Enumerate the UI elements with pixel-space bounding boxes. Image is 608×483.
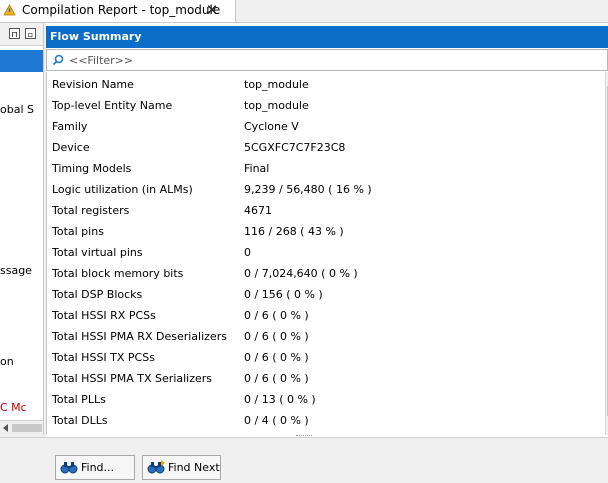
row-name: Total pins (52, 225, 104, 238)
filter-box[interactable] (46, 49, 608, 71)
row-name: Revision Name (52, 78, 134, 91)
filter-input[interactable] (69, 52, 589, 68)
table-row[interactable]: Total PLLs 0 / 13 ( 0 % ) (47, 389, 605, 410)
search-icon (52, 54, 64, 66)
find-label: Find... (81, 461, 115, 474)
table-row[interactable]: Device 5CGXFC7C7F23C8 (47, 137, 605, 158)
scrollbar-thumb[interactable] (12, 424, 42, 432)
row-name: Total HSSI TX PCSs (52, 351, 155, 364)
row-name: Total PLLs (52, 393, 106, 406)
table-row[interactable]: Total DLLs 0 / 4 ( 0 % ) (47, 410, 605, 431)
table-row[interactable]: Revision Name top_module (47, 74, 605, 95)
row-value: 0 / 156 ( 0 % ) (244, 288, 323, 301)
row-name: Top-level Entity Name (52, 99, 173, 112)
find-next-label: Find Next (168, 461, 220, 474)
summary-table: Revision Name top_module Top-level Entity … (46, 72, 608, 435)
row-value: Cyclone V (244, 120, 299, 133)
close-icon[interactable]: ✕ (204, 1, 220, 19)
row-name: Timing Models (52, 162, 132, 175)
table-row[interactable]: Timing Models Final (47, 158, 605, 179)
row-value: 0 / 6 ( 0 % ) (244, 351, 309, 364)
row-name: Total HSSI PMA RX Deserializers (52, 330, 227, 343)
scroll-left-icon[interactable] (3, 424, 8, 432)
row-value: top_module (244, 78, 309, 91)
row-value: 0 / 6 ( 0 % ) (244, 372, 309, 385)
row-name: Total DSP Blocks (52, 288, 143, 301)
table-row[interactable]: Logic utilization (in ALMs) 9,239 / 56,48… (47, 179, 605, 200)
tab-title: Compilation Report - top_module (22, 3, 221, 17)
report-icon (3, 4, 16, 16)
tree-selected-item[interactable] (0, 50, 43, 72)
row-name: Logic utilization (in ALMs) (52, 183, 193, 196)
row-name: Family (52, 120, 88, 133)
tree-item-summary[interactable]: on (0, 355, 14, 368)
table-row[interactable]: Total HSSI RX PCSs 0 / 6 ( 0 % ) (47, 305, 605, 326)
float-icon[interactable]: ▫ (25, 28, 36, 39)
row-name: Total registers (52, 204, 130, 217)
panel-header: Flow Summary (46, 26, 608, 48)
button-bar: Find... Find Next (0, 437, 608, 483)
row-name: Total HSSI PMA TX Serializers (52, 372, 213, 385)
row-name: Total virtual pins (52, 246, 143, 259)
row-value: 5CGXFC7C7F23C8 (244, 141, 346, 154)
row-value: 9,239 / 56,480 ( 16 % ) (244, 183, 372, 196)
table-row[interactable]: Total pins 116 / 268 ( 43 % ) (47, 221, 605, 242)
table-row[interactable]: Family Cyclone V (47, 116, 605, 137)
row-value: top_module (244, 99, 309, 112)
horizontal-scrollbar[interactable] (0, 420, 43, 435)
tab-compilation-report[interactable]: Compilation Report - top_module ✕ (0, 0, 236, 22)
pin-icon[interactable]: ⊓ (9, 28, 20, 39)
binoculars-icon (147, 460, 165, 474)
table-row[interactable]: Total block memory bits 0 / 7,024,640 ( 0… (47, 263, 605, 284)
panel-toolbar: ⊓ ▫ (0, 23, 43, 46)
row-name: Total block memory bits (52, 267, 184, 280)
row-value: 0 / 4 ( 0 % ) (244, 414, 309, 427)
table-row[interactable]: Total virtual pins 0 (47, 242, 605, 263)
row-value: Final (244, 162, 270, 175)
row-value: 0 / 6 ( 0 % ) (244, 309, 309, 322)
row-name: Total DLLs (52, 414, 108, 427)
row-value: 4671 (244, 204, 272, 217)
table-row[interactable]: Total DSP Blocks 0 / 156 ( 0 % ) (47, 284, 605, 305)
row-name: Device (52, 141, 90, 154)
table-row[interactable]: Total HSSI TX PCSs 0 / 6 ( 0 % ) (47, 347, 605, 368)
tab-strip: Compilation Report - top_module ✕ (0, 0, 608, 23)
tree-item-messages[interactable]: ssage (0, 264, 32, 277)
row-value: 0 / 13 ( 0 % ) (244, 393, 316, 406)
report-tree-panel: ⊓ ▫ obal S ssage on C Mc (0, 23, 44, 435)
row-value: 0 / 7,024,640 ( 0 % ) (244, 267, 358, 280)
table-row[interactable]: Total HSSI PMA RX Deserializers 0 / 6 ( 0… (47, 326, 605, 347)
row-value: 0 (244, 246, 251, 259)
table-row[interactable]: Top-level Entity Name top_module (47, 95, 605, 116)
binoculars-icon (60, 462, 78, 474)
flow-summary-panel: Flow Summary Revision Nametop_moduleTop-… (46, 23, 608, 437)
find-next-button[interactable]: Find Next (142, 455, 221, 480)
row-name: Total HSSI RX PCSs (52, 309, 156, 322)
tree-item-global-settings[interactable]: obal S (0, 103, 34, 116)
row-value: 116 / 268 ( 43 % ) (244, 225, 344, 238)
table-row[interactable]: Total HSSI PMA TX Serializers 0 / 6 ( 0 %… (47, 368, 605, 389)
table-row[interactable]: Total registers 4671 (47, 200, 605, 221)
find-button[interactable]: Find... (55, 455, 135, 480)
row-value: 0 / 6 ( 0 % ) (244, 330, 309, 343)
tree-item-error[interactable]: C Mc (0, 401, 27, 414)
